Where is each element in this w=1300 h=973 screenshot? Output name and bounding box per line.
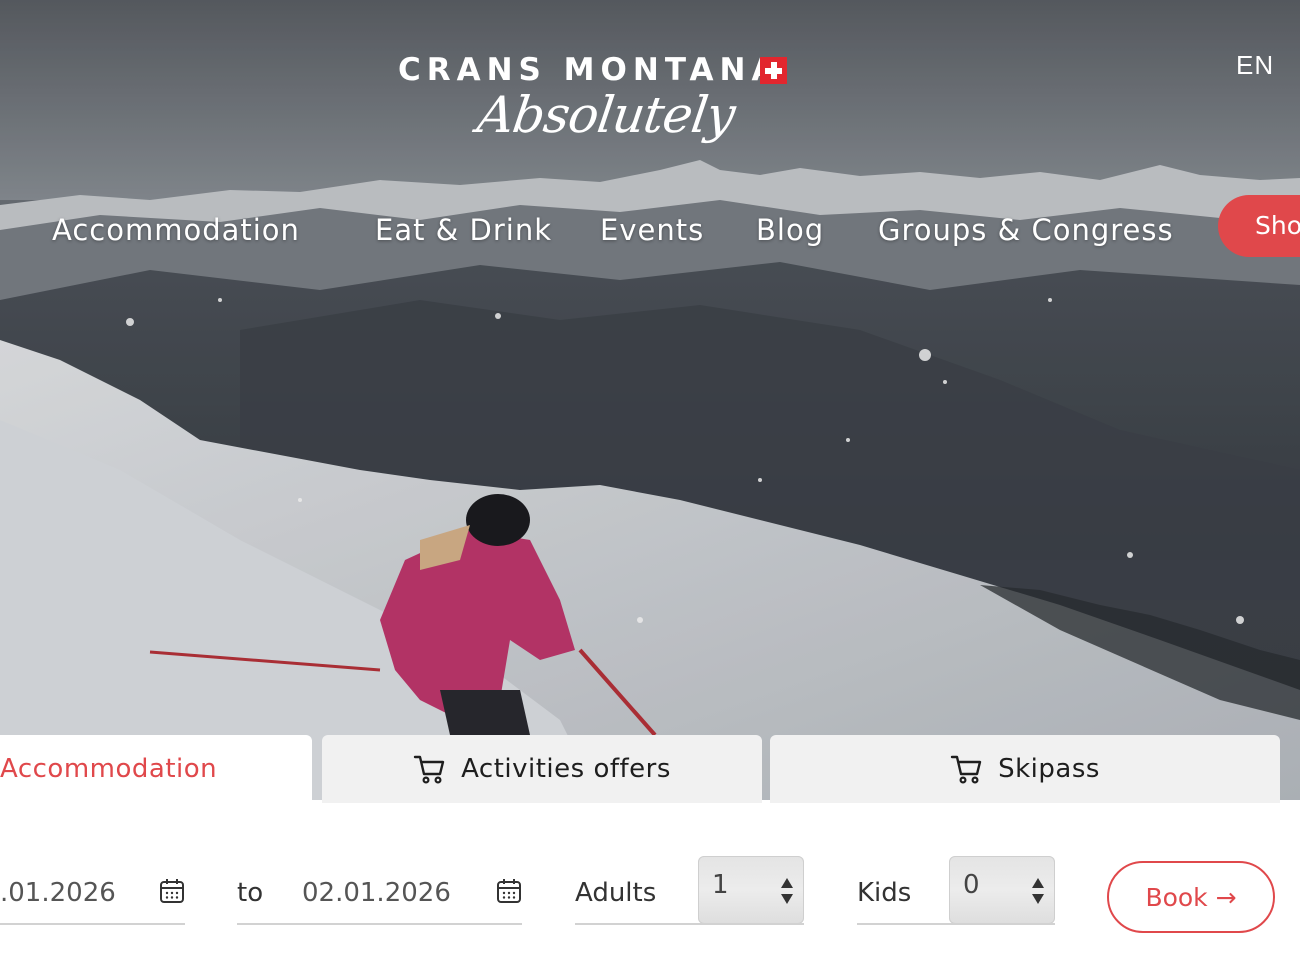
brand-logo[interactable]: CRANS MONTANA Absolutely <box>398 52 798 162</box>
book-button[interactable]: Book → <box>1107 861 1275 933</box>
booking-form: .01.2026 to 02.01.2026 Adults 1 Kids 0 B… <box>0 803 1300 973</box>
cart-icon <box>413 755 445 784</box>
tab-label: Skipass <box>998 754 1100 784</box>
adults-value: 1 <box>712 870 729 900</box>
kids-stepper[interactable]: 0 <box>949 856 1055 924</box>
adults-stepper[interactable]: 1 <box>698 856 804 924</box>
to-label: to <box>237 878 264 908</box>
brand-name: CRANS MONTANA <box>398 52 782 88</box>
nav-item-accommodation[interactable]: Accommodation <box>52 205 300 255</box>
stepper-arrows-icon[interactable] <box>780 876 794 906</box>
cart-icon <box>950 755 982 784</box>
calendar-icon[interactable] <box>496 877 522 905</box>
date-from-underline <box>0 923 185 925</box>
nav-item-groups-congress[interactable]: Groups & Congress <box>878 205 1174 255</box>
kids-label: Kids <box>857 878 912 908</box>
calendar-icon[interactable] <box>159 877 185 905</box>
kids-value: 0 <box>963 870 980 900</box>
tab-skipass[interactable]: Skipass <box>770 735 1280 803</box>
tab-activities-offers[interactable]: Activities offers <box>322 735 762 803</box>
shop-button[interactable]: Sho <box>1218 195 1300 257</box>
adults-underline <box>575 923 804 925</box>
booking-tabs: Accommodation Activities offers Skipass <box>0 735 1300 803</box>
tab-label: Activities offers <box>461 754 671 784</box>
nav-item-events[interactable]: Events <box>600 205 704 255</box>
nav-item-eat-drink[interactable]: Eat & Drink <box>375 205 552 255</box>
date-to-input[interactable]: 02.01.2026 <box>302 873 451 913</box>
tab-accommodation[interactable]: Accommodation <box>0 735 312 803</box>
language-switcher[interactable]: EN <box>1236 50 1274 81</box>
kids-underline <box>857 923 1055 925</box>
hero-image: CRANS MONTANA Absolutely EN Accommodatio… <box>0 0 1300 800</box>
swiss-flag-icon <box>760 57 787 84</box>
date-to-underline <box>237 923 522 925</box>
nav-item-blog[interactable]: Blog <box>756 205 824 255</box>
adults-label: Adults <box>575 878 657 908</box>
tab-label: Accommodation <box>0 754 218 784</box>
main-nav: Accommodation Eat & Drink Events Blog Gr… <box>0 205 1300 255</box>
date-from-input[interactable]: .01.2026 <box>0 873 116 913</box>
brand-tagline: Absolutely <box>473 86 739 144</box>
stepper-arrows-icon[interactable] <box>1031 876 1045 906</box>
